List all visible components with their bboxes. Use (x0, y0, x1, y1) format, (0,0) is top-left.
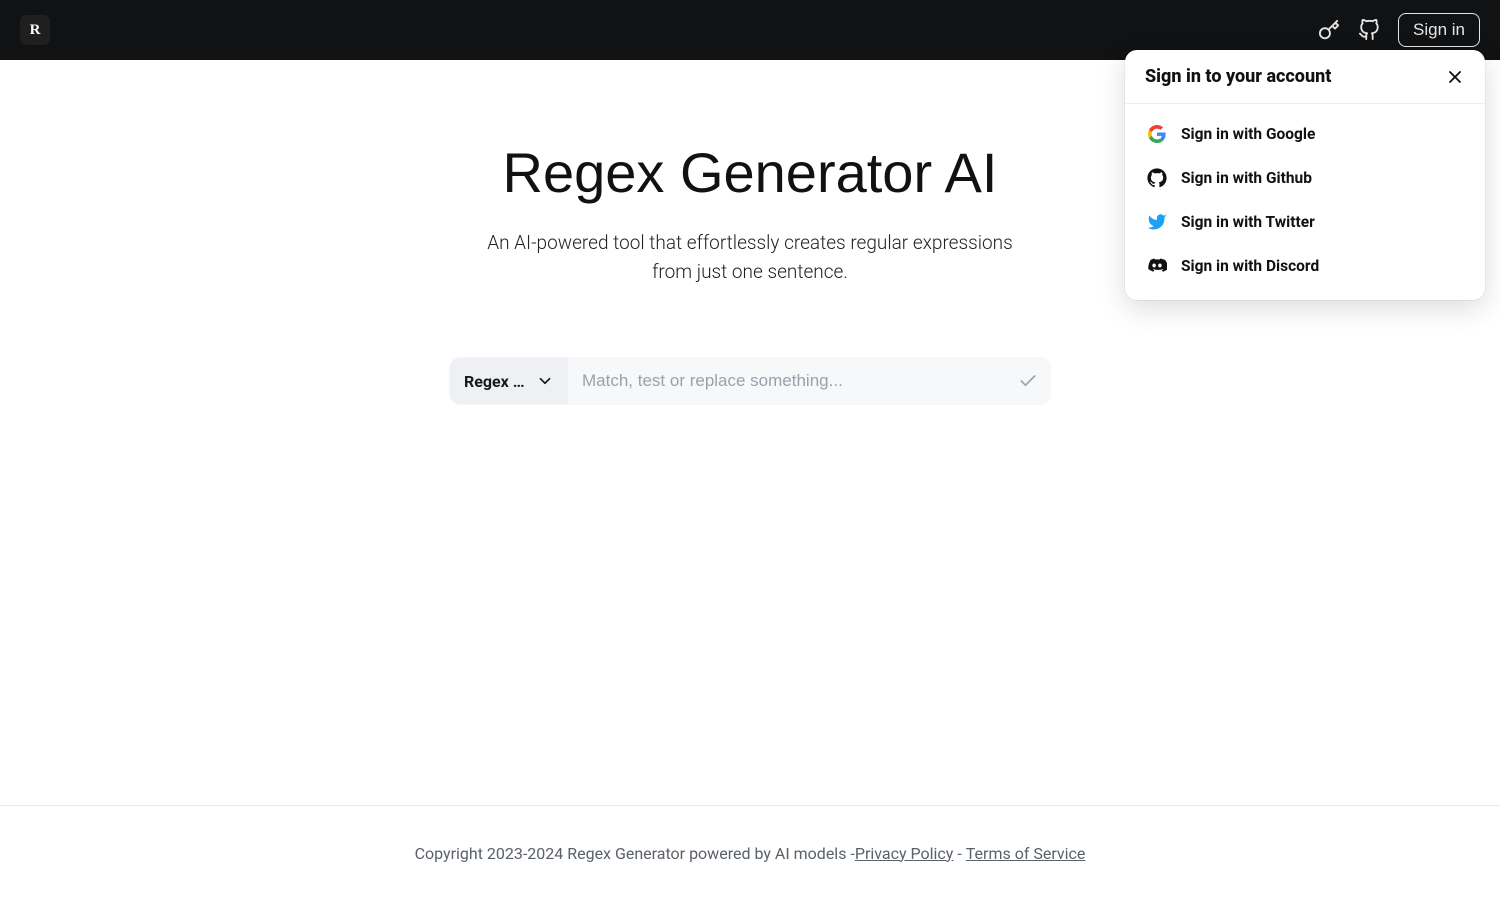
signin-options: Sign in with Google Sign in with Github … (1125, 104, 1485, 300)
privacy-policy-link[interactable]: Privacy Policy (855, 844, 954, 863)
terms-of-service-link[interactable]: Terms of Service (966, 844, 1086, 863)
signin-option-label: Sign in with Github (1181, 169, 1312, 187)
signin-popup: Sign in to your account Sign in with Goo… (1125, 50, 1485, 300)
logo-letter: R (30, 22, 41, 39)
github-icon[interactable] (1358, 19, 1380, 41)
footer-copyright: Copyright 2023-2024 Regex Generator powe… (415, 844, 855, 863)
google-icon (1147, 124, 1167, 144)
key-icon[interactable] (1318, 19, 1340, 41)
page-subtitle: An AI-powered tool that effortlessly cre… (480, 229, 1020, 286)
app-logo[interactable]: R (20, 15, 50, 45)
check-icon (1018, 371, 1038, 391)
sign-in-button[interactable]: Sign in (1398, 13, 1480, 47)
github-icon (1147, 168, 1167, 188)
header-right: Sign in (1318, 13, 1480, 47)
signin-option-label: Sign in with Twitter (1181, 213, 1315, 231)
mode-selector-label: Regex o… (464, 372, 526, 391)
prompt-bar: Regex o… (450, 358, 1050, 404)
signin-option-google[interactable]: Sign in with Google (1133, 112, 1477, 156)
signin-option-label: Sign in with Google (1181, 125, 1315, 143)
signin-popup-title: Sign in to your account (1145, 66, 1331, 87)
signin-option-discord[interactable]: Sign in with Discord (1133, 244, 1477, 288)
chevron-down-icon (536, 372, 554, 390)
signin-option-label: Sign in with Discord (1181, 257, 1319, 275)
discord-icon (1147, 256, 1167, 276)
submit-button[interactable] (1006, 358, 1050, 404)
footer: Copyright 2023-2024 Regex Generator powe… (0, 805, 1500, 900)
mode-selector[interactable]: Regex o… (450, 358, 568, 404)
signin-popup-header: Sign in to your account (1125, 50, 1485, 104)
close-icon[interactable] (1445, 67, 1465, 87)
page-title: Regex Generator AI (503, 140, 998, 205)
footer-separator: - (957, 844, 961, 863)
signin-option-github[interactable]: Sign in with Github (1133, 156, 1477, 200)
prompt-input[interactable] (568, 358, 1006, 404)
signin-option-twitter[interactable]: Sign in with Twitter (1133, 200, 1477, 244)
twitter-icon (1147, 212, 1167, 232)
